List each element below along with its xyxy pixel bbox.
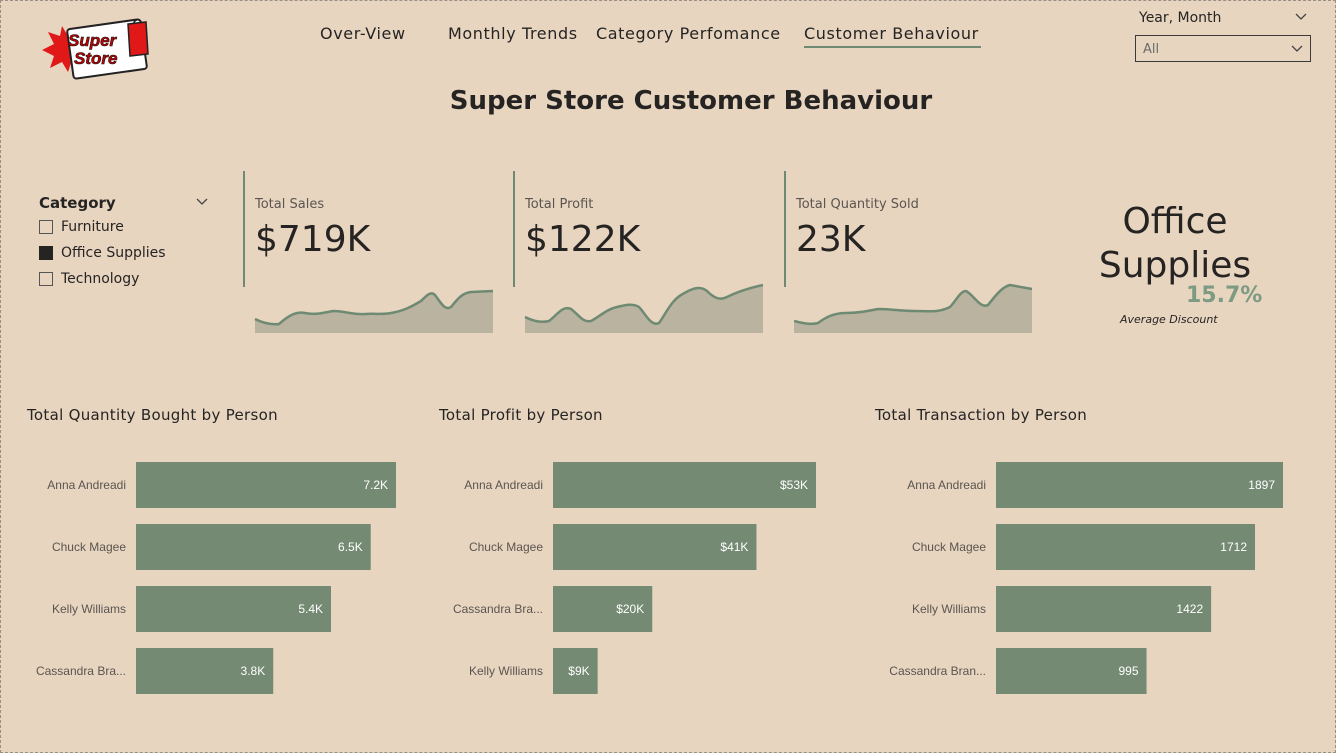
sales-sparkline	[254, 289, 494, 333]
category-label: Chuck Magee	[469, 540, 543, 554]
data-label: 6.5K	[338, 540, 363, 554]
category-label: Kelly Williams	[52, 602, 126, 616]
kpi-accent-bar	[513, 171, 515, 287]
year-month-dropdown[interactable]: All	[1135, 35, 1311, 62]
average-discount-value: 15.7%	[1186, 283, 1263, 308]
kpi-value: $719K	[255, 219, 371, 260]
kpi-card-total-profit: Total Profit $122K	[513, 171, 771, 336]
kpi-card-total-sales: Total Sales $719K	[243, 171, 501, 336]
category-slicer-title: Category	[39, 194, 116, 212]
category-label: Cassandra Bra...	[36, 664, 126, 678]
quantity-sparkline	[794, 283, 1033, 333]
data-label: 7.2K	[363, 478, 388, 492]
bar[interactable]	[136, 524, 371, 570]
category-option-technology[interactable]: Technology	[39, 271, 139, 287]
kpi-label: Total Quantity Sold	[796, 197, 919, 212]
page-title: Super Store Customer Behaviour	[449, 86, 933, 116]
year-month-slicer-title: Year, Month	[1139, 10, 1222, 26]
tab-category-performance[interactable]: Category Perfomance	[596, 24, 781, 43]
category-option-furniture[interactable]: Furniture	[39, 219, 124, 235]
checkbox-checked[interactable]	[39, 246, 53, 260]
chevron-down-icon[interactable]	[1294, 10, 1308, 24]
bar-chart-svg: Anna Andreadi $53K Chuck Magee $41K Cassandr…	[453, 462, 816, 694]
chart-title: Total Profit by Person	[439, 406, 603, 424]
bar-chart-svg: Anna Andreadi 7.2K Chuck Magee 6.5K Kelly Wi…	[36, 462, 396, 694]
category-label: Chuck Magee	[912, 540, 986, 554]
checkbox[interactable]	[39, 272, 53, 286]
tab-over-view[interactable]: Over-View	[320, 24, 406, 43]
selected-category-line2: Supplies	[1098, 245, 1252, 286]
kpi-label: Total Profit	[525, 197, 594, 212]
category-option-label: Office Supplies	[61, 245, 166, 261]
kpi-value: $122K	[525, 219, 641, 260]
tab-customer-behaviour[interactable]: Customer Behaviour	[804, 24, 981, 48]
bar[interactable]	[136, 462, 396, 508]
chart-title: Total Transaction by Person	[875, 406, 1088, 424]
average-discount-label: Average Discount	[1120, 313, 1218, 326]
category-label: Kelly Williams	[912, 602, 986, 616]
kpi-accent-bar	[243, 171, 245, 287]
category-label: Cassandra Bran...	[889, 664, 986, 678]
kpi-accent-bar	[784, 171, 786, 287]
bar-chart-svg: Anna Andreadi 1897 Chuck Magee 1712 Kelly Wi…	[889, 462, 1283, 694]
category-label: Chuck Magee	[52, 540, 126, 554]
kpi-card-total-quantity-sold: Total Quantity Sold 23K	[784, 171, 1042, 336]
category-label: Anna Andreadi	[464, 478, 543, 492]
year-month-selected-value: All	[1143, 42, 1160, 57]
category-option-label: Furniture	[61, 219, 124, 235]
data-label: 1897	[1248, 478, 1275, 492]
tab-monthly-trends[interactable]: Monthly Trends	[448, 24, 578, 43]
bar[interactable]	[996, 462, 1283, 508]
category-label: Cassandra Bra...	[453, 602, 543, 616]
data-label: $53K	[780, 478, 808, 492]
data-label: 995	[1119, 664, 1139, 678]
category-option-office-supplies[interactable]: Office Supplies	[39, 245, 166, 261]
category-label: Kelly Williams	[469, 664, 543, 678]
chart-title: Total Quantity Bought by Person	[27, 406, 278, 424]
data-label: 5.4K	[298, 602, 323, 616]
category-option-label: Technology	[61, 271, 140, 287]
checkbox[interactable]	[39, 220, 53, 234]
data-label: $41K	[720, 540, 748, 554]
kpi-label: Total Sales	[255, 197, 325, 212]
data-label: 1422	[1176, 602, 1203, 616]
data-label: 3.8K	[241, 664, 266, 678]
selected-category-line1: Office	[1122, 201, 1228, 242]
category-label: Anna Andreadi	[47, 478, 126, 492]
data-label: $20K	[616, 602, 644, 616]
profit-sparkline	[524, 283, 764, 333]
chevron-down-icon	[1291, 45, 1303, 52]
bar[interactable]	[996, 524, 1256, 570]
kpi-value: 23K	[796, 219, 866, 260]
data-label: $9K	[568, 664, 589, 678]
chevron-down-icon[interactable]	[195, 195, 209, 209]
selected-category-card: Office Supplies	[1085, 200, 1265, 288]
bar[interactable]	[553, 462, 816, 508]
category-label: Anna Andreadi	[907, 478, 986, 492]
data-label: 1712	[1220, 540, 1247, 554]
